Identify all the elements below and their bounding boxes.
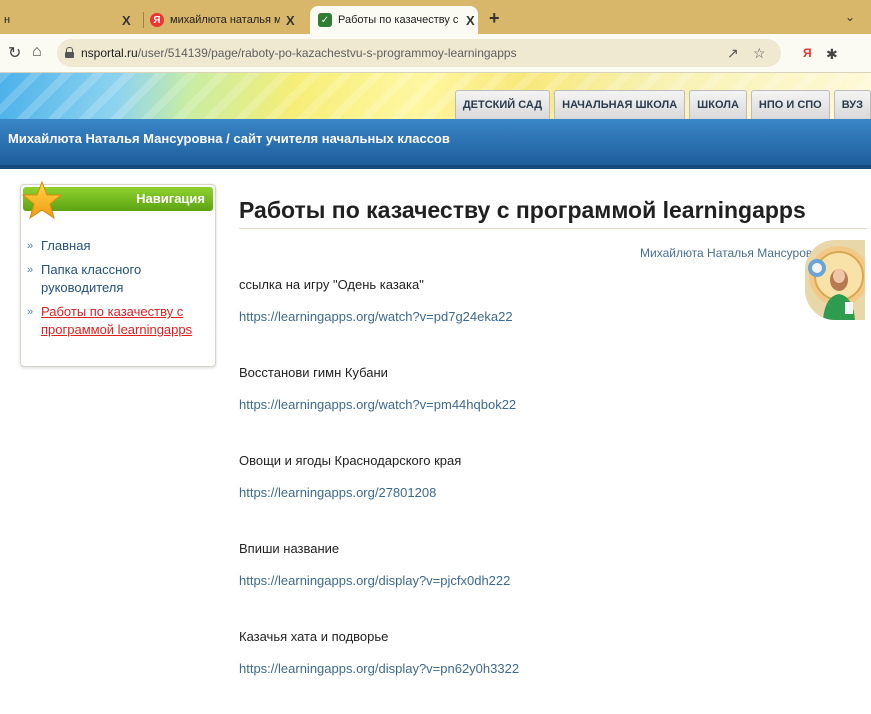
sidebar-item-class-teacher-folder: » Папка классного руководителя: [27, 261, 211, 297]
sidebar-link[interactable]: Папка классного руководителя: [41, 262, 141, 295]
site-banner: ДЕТСКИЙ САД НАЧАЛЬНАЯ ШКОЛА ШКОЛА НПО И …: [0, 73, 871, 119]
bookmark-star-icon[interactable]: ☆: [753, 45, 766, 62]
url-text[interactable]: nsportal.ru/user/514139/page/raboty-po-k…: [81, 46, 517, 60]
tab-title: н: [4, 14, 11, 26]
tab-separator: [143, 12, 144, 28]
bullet-icon: »: [27, 306, 34, 318]
reload-icon[interactable]: ↻: [8, 43, 21, 63]
yandex-favicon-icon: Я: [150, 13, 164, 27]
url-path: /user/514139/page/raboty-po-kazachestvu-…: [137, 46, 517, 60]
close-tab-icon[interactable]: X: [122, 13, 131, 28]
browser-tab-active[interactable]: ✓ Работы по казачеству с програм X: [310, 6, 478, 34]
content-list: ссылка на игру "Одень казака" https://le…: [239, 274, 799, 714]
nav-link-primary-school[interactable]: НАЧАЛЬНАЯ ШКОЛА: [554, 90, 686, 119]
title-divider: [239, 228, 867, 229]
item-link[interactable]: https://learningapps.org/display?v=pjcfx…: [239, 570, 799, 592]
address-bar-row: ↻ ⌂ nsportal.ru/user/514139/page/raboty-…: [0, 34, 871, 73]
item-caption: Овощи и ягоды Краснодарского края: [239, 453, 462, 468]
navigation-title: Навигация: [136, 191, 205, 206]
browser-tab[interactable]: н X: [4, 6, 144, 34]
list-item: ссылка на игру "Одень казака" https://le…: [239, 274, 799, 362]
nav-link-school[interactable]: ШКОЛА: [689, 90, 747, 119]
star-icon: [22, 180, 62, 220]
nav-link-university[interactable]: ВУЗ: [833, 90, 871, 119]
sidebar-item-current-page: » Работы по казачеству с программой learn…: [27, 303, 211, 339]
navigation-list: » Главная » Папка классного руководителя »…: [27, 237, 211, 345]
sidebar-link[interactable]: Работы по казачеству с программой learni…: [41, 304, 192, 337]
bullet-icon: »: [27, 240, 34, 252]
lock-icon[interactable]: [65, 47, 74, 58]
share-icon[interactable]: ↗: [727, 45, 739, 62]
tab-title: михайлюта наталья мансуровна: [170, 14, 280, 26]
extensions-puzzle-icon[interactable]: ✱: [826, 46, 838, 63]
yandex-extension-icon[interactable]: Я: [803, 46, 812, 60]
item-caption: Казачья хата и подворье: [239, 629, 389, 644]
page-title: Работы по казачеству с программой learni…: [239, 197, 806, 223]
item-caption: ссылка на игру "Одень казака": [239, 277, 424, 292]
item-link[interactable]: https://learningapps.org/watch?v=pd7g24e…: [239, 306, 799, 328]
sidebar-item-home: » Главная: [27, 237, 211, 255]
nav-link-npo-spo[interactable]: НПО И СПО: [750, 90, 830, 119]
close-tab-icon[interactable]: X: [286, 13, 295, 28]
list-item: Овощи и ягоды Краснодарского края https:…: [239, 450, 799, 538]
tab-title: Работы по казачеству с програм: [338, 14, 460, 26]
nsportal-favicon-icon: ✓: [318, 13, 332, 27]
item-caption: Восстанови гимн Кубани: [239, 365, 388, 380]
item-link[interactable]: https://learningapps.org/27801208: [239, 482, 799, 504]
browser-tab-strip: н X Я михайлюта наталья мансуровна X ✓ Р…: [0, 0, 871, 34]
new-tab-button[interactable]: +: [489, 8, 500, 29]
address-field[interactable]: nsportal.ru/user/514139/page/raboty-po-k…: [57, 39, 781, 67]
item-link[interactable]: https://learningapps.org/display?v=pn62y…: [239, 658, 799, 680]
site-title-link[interactable]: Михайлюта Наталья Мансуровна / сайт учит…: [8, 131, 450, 146]
nav-link-kindergarten[interactable]: ДЕТСКИЙ САД: [454, 90, 551, 119]
url-host: nsportal.ru: [81, 46, 138, 60]
list-item: Восстанови гимн Кубани https://learninga…: [239, 362, 799, 450]
browser-tab[interactable]: Я михайлюта наталья мансуровна X: [150, 6, 308, 34]
list-item: Казачья хата и подворье https://learning…: [239, 626, 799, 714]
list-item: Впиши название https://learningapps.org/…: [239, 538, 799, 626]
tab-search-chevron-icon[interactable]: ⌄: [845, 10, 855, 24]
close-tab-icon[interactable]: X: [466, 13, 475, 28]
sidebar-link[interactable]: Главная: [41, 238, 90, 253]
author-link[interactable]: Михайлюта Наталья Мансуровна: [640, 246, 826, 260]
item-link[interactable]: https://learningapps.org/watch?v=pm44hqb…: [239, 394, 799, 416]
item-caption: Впиши название: [239, 541, 340, 556]
site-header: Михайлюта Наталья Мансуровна / сайт учит…: [0, 119, 871, 169]
top-navigation: ДЕТСКИЙ САД НАЧАЛЬНАЯ ШКОЛА ШКОЛА НПО И …: [451, 90, 871, 119]
bullet-icon: »: [27, 264, 34, 276]
author-avatar[interactable]: [805, 240, 865, 320]
home-icon[interactable]: ⌂: [32, 43, 42, 61]
